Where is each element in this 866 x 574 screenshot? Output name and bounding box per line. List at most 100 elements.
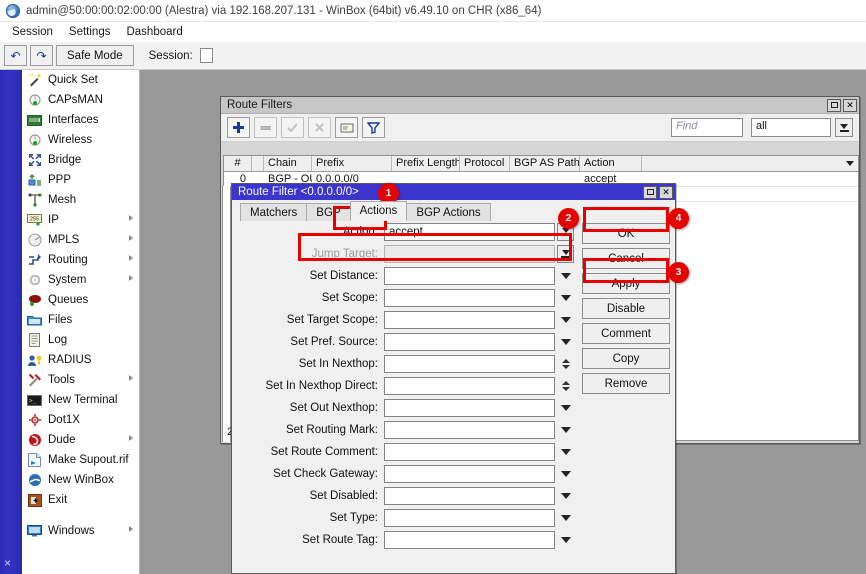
- sidebar-item-interfaces[interactable]: Interfaces: [22, 110, 139, 130]
- input-action[interactable]: accept: [384, 223, 555, 241]
- input-set-target-scope[interactable]: [384, 311, 555, 329]
- input-set-out-nexthop[interactable]: [384, 399, 555, 417]
- sidebar-item-ppp[interactable]: PPP: [22, 170, 139, 190]
- col-chain[interactable]: Chain: [264, 156, 312, 171]
- col-prefix-length[interactable]: Prefix Length: [392, 156, 460, 171]
- sidebar-item-label: Quick Set: [48, 74, 98, 86]
- sidebar-item-new-winbox[interactable]: New WinBox: [22, 470, 139, 490]
- sidebar-item-files[interactable]: Files: [22, 310, 139, 330]
- copy-button[interactable]: Copy: [582, 348, 670, 369]
- chevron-down-icon[interactable]: [557, 531, 574, 549]
- enable-button[interactable]: [281, 117, 304, 138]
- sidebar-item-system[interactable]: System: [22, 270, 139, 290]
- chevron-down-icon[interactable]: [557, 399, 574, 417]
- sidebar-item-routing[interactable]: Routing: [22, 250, 139, 270]
- sidebar-item-bridge[interactable]: Bridge: [22, 150, 139, 170]
- col-extra[interactable]: [642, 156, 858, 171]
- find-input[interactable]: Find: [671, 118, 743, 137]
- col-prefix[interactable]: Prefix: [312, 156, 392, 171]
- menu-dashboard[interactable]: Dashboard: [118, 24, 190, 40]
- session-input[interactable]: [200, 48, 213, 63]
- spinner-icon[interactable]: [557, 377, 574, 395]
- chevron-down-icon[interactable]: [557, 487, 574, 505]
- input-set-route-comment[interactable]: [384, 443, 555, 461]
- sidebar-item-capsman[interactable]: CAPsMAN: [22, 90, 139, 110]
- route-filters-titlebar[interactable]: Route Filters ✕: [221, 97, 859, 114]
- chevron-down-icon[interactable]: [557, 289, 574, 307]
- filter-button[interactable]: [362, 117, 385, 138]
- chevron-down-icon[interactable]: [557, 267, 574, 285]
- input-set-type[interactable]: [384, 509, 555, 527]
- sidebar-item-tools[interactable]: Tools: [22, 370, 139, 390]
- undo-arrow-icon[interactable]: ↶: [4, 45, 27, 66]
- chevron-down-icon[interactable]: [846, 161, 854, 166]
- ok-button[interactable]: OK: [582, 223, 670, 244]
- redo-arrow-icon[interactable]: ↷: [30, 45, 53, 66]
- sidebar-item-queues[interactable]: Queues: [22, 290, 139, 310]
- input-set-check-gateway[interactable]: [384, 465, 555, 483]
- chevron-down-icon[interactable]: [557, 311, 574, 329]
- tab-bgp[interactable]: BGP: [306, 203, 350, 221]
- close-icon[interactable]: ✕: [659, 186, 673, 199]
- filter-select[interactable]: all: [751, 118, 831, 137]
- menu-session[interactable]: Session: [4, 24, 61, 40]
- close-icon[interactable]: ×: [4, 556, 11, 570]
- disable-button[interactable]: [308, 117, 331, 138]
- input-set-in-nexthop-direct[interactable]: [384, 377, 555, 395]
- sidebar-item-make-supout-rif[interactable]: Make Supout.rif: [22, 450, 139, 470]
- sidebar-item-wireless[interactable]: Wireless: [22, 130, 139, 150]
- tab-matchers[interactable]: Matchers: [240, 203, 307, 221]
- input-set-pref-source[interactable]: [384, 333, 555, 351]
- sidebar-item-exit[interactable]: Exit: [22, 490, 139, 510]
- chevron-down-icon[interactable]: [557, 421, 574, 439]
- chevron-down-icon[interactable]: [557, 443, 574, 461]
- input-set-in-nexthop[interactable]: [384, 355, 555, 373]
- input-set-distance[interactable]: [384, 267, 555, 285]
- input-jump-target[interactable]: [384, 245, 555, 263]
- apply-button[interactable]: Apply: [582, 273, 670, 294]
- comment-button[interactable]: [335, 117, 358, 138]
- safe-mode-button[interactable]: Safe Mode: [56, 45, 134, 66]
- sidebar-item-new-terminal[interactable]: >_New Terminal: [22, 390, 139, 410]
- chevron-down-icon[interactable]: [835, 118, 853, 137]
- menu-settings[interactable]: Settings: [61, 24, 119, 40]
- input-set-disabled[interactable]: [384, 487, 555, 505]
- sidebar-item-label: Dot1X: [48, 414, 80, 426]
- gear-icon: [27, 273, 42, 288]
- chevron-down-icon[interactable]: [557, 509, 574, 527]
- col-action[interactable]: Action: [580, 156, 642, 171]
- tab-actions[interactable]: Actions: [350, 201, 408, 221]
- route-filter-titlebar[interactable]: Route Filter <0.0.0.0/0> ✕: [232, 184, 675, 200]
- sidebar-item-log[interactable]: Log: [22, 330, 139, 350]
- col-bgp-as-path[interactable]: BGP AS Path: [510, 156, 580, 171]
- input-set-scope[interactable]: [384, 289, 555, 307]
- dropdown-arrow-icon[interactable]: [557, 245, 574, 263]
- chevron-down-icon[interactable]: [557, 333, 574, 351]
- sidebar-item-label: Log: [48, 334, 67, 346]
- maximize-icon[interactable]: [827, 99, 841, 112]
- input-set-routing-mark[interactable]: [384, 421, 555, 439]
- sidebar-item-dot1x[interactable]: Dot1X: [22, 410, 139, 430]
- chevron-right-icon: [129, 255, 133, 261]
- sidebar-item-dude[interactable]: Dude: [22, 430, 139, 450]
- chevron-down-icon[interactable]: [557, 465, 574, 483]
- cancel-button[interactable]: Cancel: [582, 248, 670, 269]
- sidebar-item-ip[interactable]: 255IP: [22, 210, 139, 230]
- input-set-route-tag[interactable]: [384, 531, 555, 549]
- tab-bgp-actions[interactable]: BGP Actions: [406, 203, 490, 221]
- spinner-icon[interactable]: [557, 355, 574, 373]
- maximize-icon[interactable]: [643, 186, 657, 199]
- col-num[interactable]: #: [224, 156, 252, 171]
- col-protocol[interactable]: Protocol: [460, 156, 510, 171]
- remove-button[interactable]: [254, 117, 277, 138]
- sidebar-item-mesh[interactable]: Mesh: [22, 190, 139, 210]
- remove-button[interactable]: Remove: [582, 373, 670, 394]
- sidebar-item-mpls[interactable]: MPLS: [22, 230, 139, 250]
- add-button[interactable]: [227, 117, 250, 138]
- sidebar-item-radius[interactable]: RADIUS: [22, 350, 139, 370]
- disable-button[interactable]: Disable: [582, 298, 670, 319]
- comment-button[interactable]: Comment: [582, 323, 670, 344]
- sidebar-item-windows[interactable]: Windows: [22, 521, 139, 541]
- close-icon[interactable]: ✕: [843, 99, 857, 112]
- sidebar-item-quick-set[interactable]: Quick Set: [22, 70, 139, 90]
